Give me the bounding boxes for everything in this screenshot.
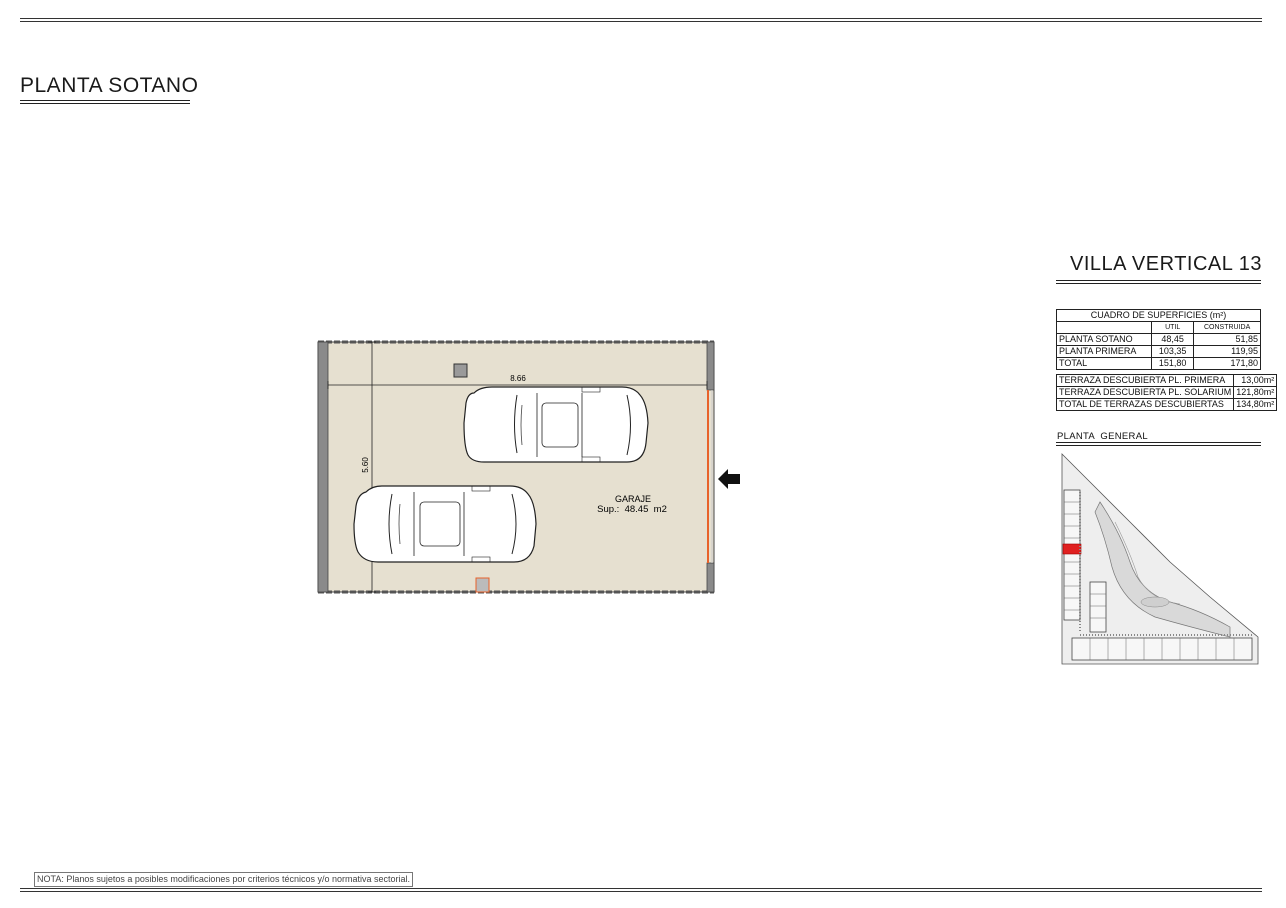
column-marker bbox=[453, 363, 468, 378]
plan-title-underline bbox=[20, 100, 190, 104]
row-construida: 51,85 bbox=[1193, 333, 1261, 346]
table-row: PLANTA SOTANO 48,45 51,85 bbox=[1056, 333, 1261, 346]
room-name: GARAJE bbox=[615, 494, 651, 504]
row-label: TERRAZA DESCUBIERTA PL. PRIMERA bbox=[1055, 374, 1235, 387]
surfaces-table-blank-header bbox=[1056, 321, 1152, 334]
row-label: TOTAL bbox=[1056, 357, 1152, 370]
villa-13-highlight bbox=[1062, 543, 1082, 555]
surfaces-table-title: CUADRO DE SUPERFICIES (m²) bbox=[1056, 309, 1261, 322]
site-plan-label: PLANTA GENERAL bbox=[1057, 431, 1148, 442]
right-wall-top bbox=[706, 341, 715, 391]
table-row: PLANTA PRIMERA 103,35 119,95 bbox=[1056, 345, 1261, 358]
row-label: PLANTA PRIMERA bbox=[1056, 345, 1152, 358]
villa-title: VILLA VERTICAL 13 bbox=[1070, 253, 1262, 275]
row-construida: 171,80 bbox=[1193, 357, 1261, 370]
table-row: TERRAZA DESCUBIERTA PL. PRIMERA 13,00m² bbox=[1055, 374, 1278, 387]
row-util: 48,45 bbox=[1150, 333, 1195, 346]
row-value: 13,00m² bbox=[1233, 374, 1278, 387]
site-plan-map bbox=[1061, 453, 1259, 665]
row-util: 151,80 bbox=[1150, 357, 1195, 370]
row-value: 121,80m² bbox=[1233, 386, 1278, 399]
site-plan-label-underline bbox=[1056, 442, 1261, 446]
row-label: TERRAZA DESCUBIERTA PL. SOLARIUM bbox=[1055, 386, 1235, 399]
table-row: TOTAL DE TERRAZAS DESCUBIERTAS 134,80m² bbox=[1055, 398, 1278, 411]
row-label: TOTAL DE TERRAZAS DESCUBIERTAS bbox=[1055, 398, 1235, 411]
row-label: PLANTA SOTANO bbox=[1056, 333, 1152, 346]
top-frame-rule bbox=[20, 18, 1262, 22]
plan-title: PLANTA SOTANO bbox=[20, 74, 199, 97]
villa-block-vertical-2 bbox=[1089, 581, 1107, 633]
surfaces-header-construida: CONSTRUIDA bbox=[1193, 321, 1261, 334]
depth-dimension-label: 5.60 bbox=[361, 457, 370, 473]
garage-floor-plan: 8.66 5.60 GARAJE Sup.: 48.45 m2 bbox=[317, 340, 740, 594]
disclaimer-note: NOTA: Planos sujetos a posibles modifica… bbox=[34, 872, 413, 887]
left-wall bbox=[317, 341, 329, 593]
right-wall-bottom bbox=[706, 562, 715, 593]
terraces-table: TERRAZA DESCUBIERTA PL. PRIMERA 13,00m² … bbox=[1055, 374, 1278, 411]
room-surface: Sup.: 48.45 m2 bbox=[597, 504, 667, 515]
row-value: 134,80m² bbox=[1233, 398, 1278, 411]
bottom-frame-rule bbox=[20, 888, 1262, 892]
width-dimension-label: 8.66 bbox=[510, 374, 526, 383]
table-row: TOTAL 151,80 171,80 bbox=[1056, 357, 1261, 370]
row-construida: 119,95 bbox=[1193, 345, 1261, 358]
surfaces-table: CUADRO DE SUPERFICIES (m²) UTIL CONSTRUI… bbox=[1056, 309, 1261, 370]
row-util: 103,35 bbox=[1150, 345, 1195, 358]
car-1-icon bbox=[463, 386, 649, 463]
villa-title-underline bbox=[1056, 280, 1261, 284]
entry-arrow-icon bbox=[718, 469, 740, 489]
table-row: TERRAZA DESCUBIERTA PL. SOLARIUM 121,80m… bbox=[1055, 386, 1278, 399]
drain-marker bbox=[475, 577, 490, 593]
villa-block-vertical bbox=[1063, 489, 1081, 621]
car-2-icon bbox=[353, 485, 537, 563]
surfaces-header-util: UTIL bbox=[1150, 321, 1195, 334]
